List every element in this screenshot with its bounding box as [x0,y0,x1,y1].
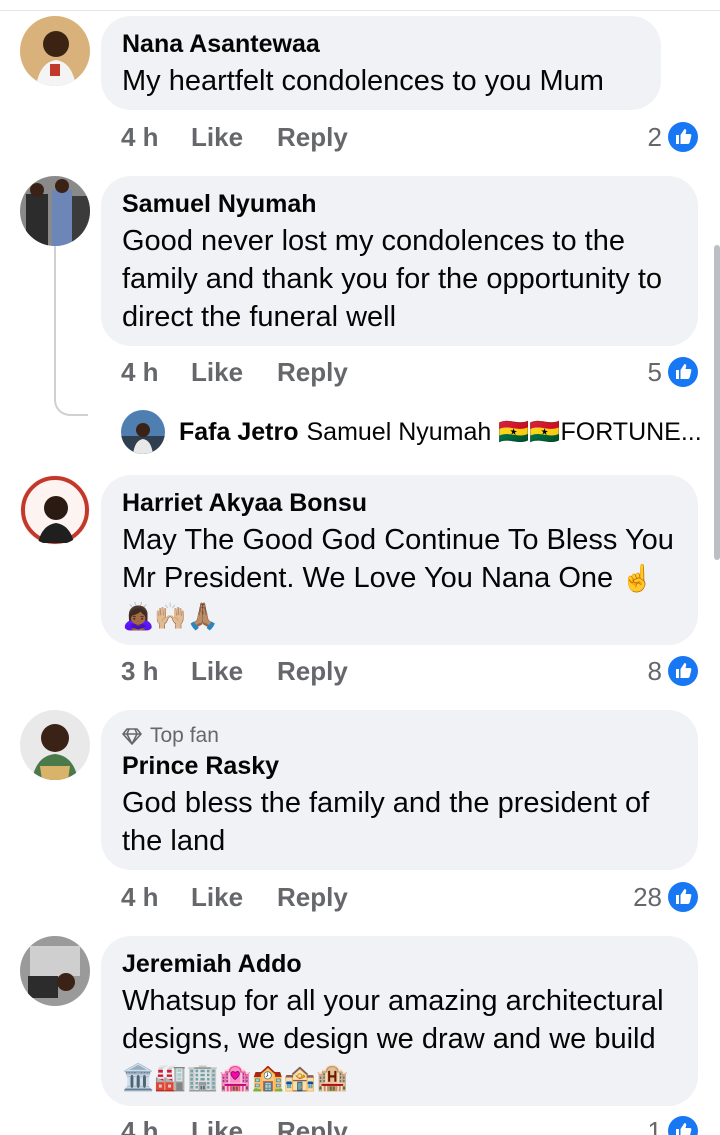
comment-author[interactable]: Prince Rasky [122,750,678,782]
diamond-icon [122,728,142,745]
reply-button[interactable]: Reply [277,1116,348,1135]
comment-bubble[interactable]: Harriet Akyaa Bonsu May The Good God Con… [101,475,698,645]
thumbs-up-icon [668,122,698,152]
like-button[interactable]: Like [191,882,277,913]
scrollbar[interactable] [714,245,720,560]
avatar[interactable] [20,475,90,545]
comment-text-body: May The Good God Continue To Bless You M… [122,524,674,594]
reply-text: Samuel Nyumah 🇬🇭🇬🇭FORTUNE... [306,417,702,446]
comment-time[interactable]: 4 h [121,357,191,388]
avatar[interactable] [20,710,90,780]
reply-button[interactable]: Reply [277,357,348,388]
comment-actions: 4 h Like Reply [121,355,348,389]
comment-time[interactable]: 4 h [121,122,191,153]
comment-actions: 4 h Like Reply [121,1114,348,1135]
comment-bubble[interactable]: Samuel Nyumah Good never lost my condole… [101,176,698,346]
reaction-number: 1 [647,1115,662,1135]
reply-author[interactable]: Fafa Jetro [179,418,298,447]
thumbs-up-icon [668,1116,698,1135]
avatar[interactable] [20,176,90,246]
comment-bubble[interactable]: Nana Asantewaa My heartfelt condolences … [101,16,661,110]
comment-author[interactable]: Jeremiah Addo [122,948,678,980]
comment-time[interactable]: 3 h [121,656,191,687]
top-fan-badge[interactable]: Top fan [122,722,678,750]
comment-text: May The Good God Continue To Bless You M… [122,521,678,635]
avatar[interactable] [20,936,90,1006]
reaction-count[interactable]: 2 [648,120,698,154]
comment-emojis: 🏛️🏭🏢🏩🏫🏤🏨 [122,1062,349,1092]
reaction-number: 8 [647,655,662,686]
comment-bubble[interactable]: Jeremiah Addo Whatsup for all your amazi… [101,936,698,1106]
reaction-count[interactable]: 28 [633,880,698,914]
comment-bubble[interactable]: Top fan Prince Rasky God bless the famil… [101,710,698,870]
like-button[interactable]: Like [191,122,277,153]
comment-author[interactable]: Nana Asantewaa [122,28,641,60]
thread-line [54,396,88,416]
comment-author[interactable]: Samuel Nyumah [122,188,678,220]
comment-text: Whatsup for all your amazing architectur… [122,982,678,1096]
reply-preview[interactable]: Fafa Jetro Samuel Nyumah 🇬🇭🇬🇭FORTUNE... [121,409,702,455]
comment-actions: 3 h Like Reply [121,654,348,688]
comment-time[interactable]: 4 h [121,882,191,913]
reply-button[interactable]: Reply [277,656,348,687]
like-button[interactable]: Like [191,1116,277,1135]
reaction-number: 5 [647,356,662,387]
reaction-count[interactable]: 5 [648,355,698,389]
reply-button[interactable]: Reply [277,122,348,153]
avatar[interactable] [20,16,90,86]
reaction-number: 28 [633,881,662,912]
top-divider [0,10,720,11]
like-button[interactable]: Like [191,357,277,388]
comment-text-body: Whatsup for all your amazing architectur… [122,985,664,1055]
comment-text: My heartfelt condolences to you Mum [122,65,604,97]
like-button[interactable]: Like [191,656,277,687]
reaction-count[interactable]: 8 [648,654,698,688]
thumbs-up-icon [668,656,698,686]
badge-label: Top fan [150,724,219,747]
reaction-number: 2 [647,121,662,152]
thread-line [54,246,56,396]
reply-button[interactable]: Reply [277,882,348,913]
reply-avatar[interactable] [121,410,165,454]
comment-time[interactable]: 4 h [121,1116,191,1135]
comment-author[interactable]: Harriet Akyaa Bonsu [122,487,678,519]
thumbs-up-icon [668,882,698,912]
comment-actions: 4 h Like Reply [121,120,348,154]
reaction-count[interactable]: 1 [648,1114,698,1135]
comment-text: Good never lost my condolences to the fa… [122,225,663,333]
comment-actions: 4 h Like Reply [121,880,348,914]
thumbs-up-icon [668,357,698,387]
comment-text: God bless the family and the president o… [122,787,650,857]
